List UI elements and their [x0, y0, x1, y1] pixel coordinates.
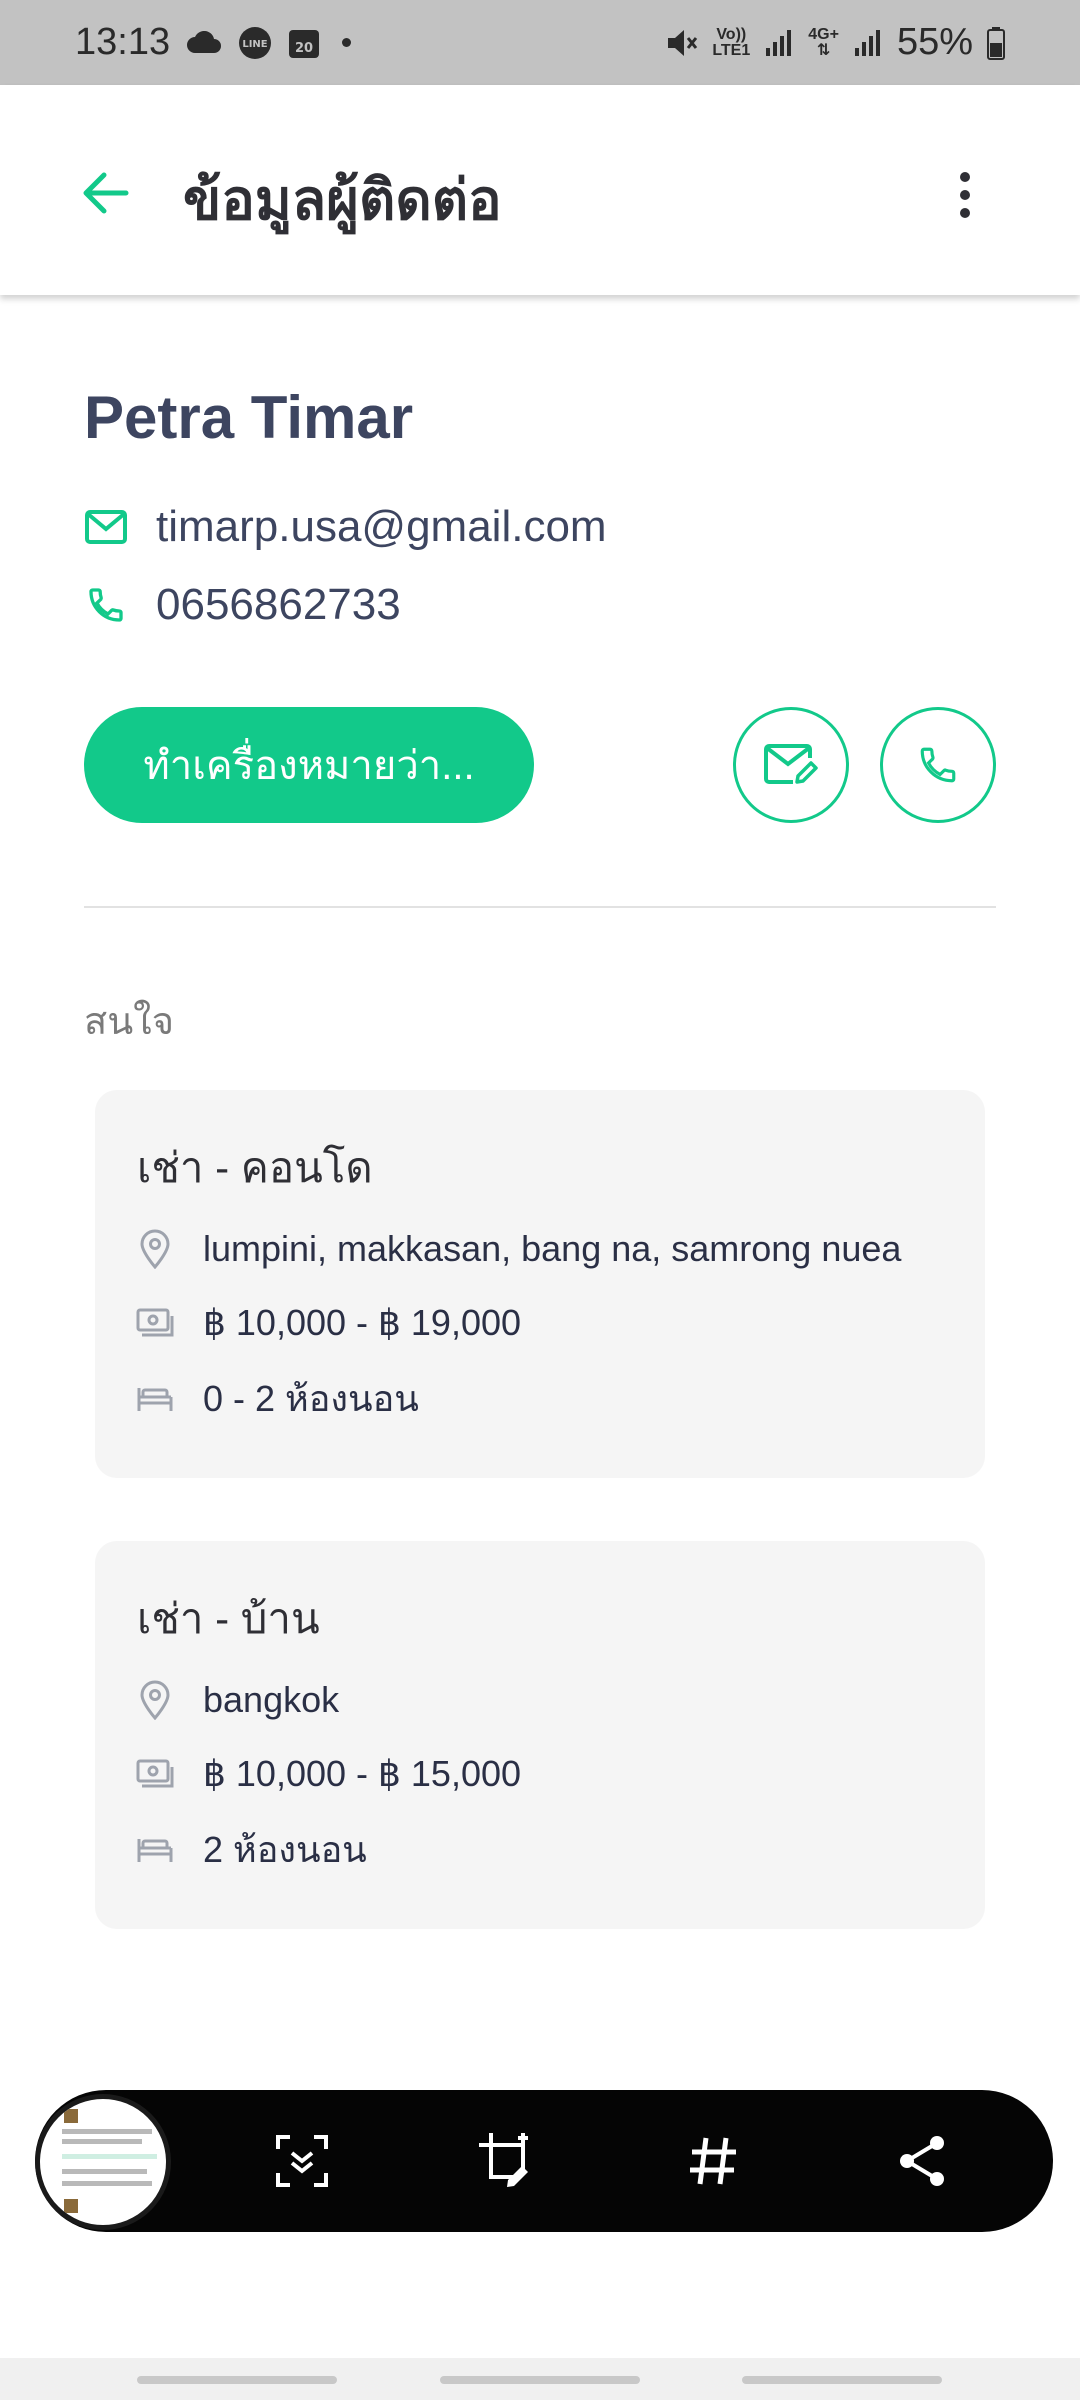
more-options-button[interactable]	[940, 165, 990, 225]
thumbnail-line	[62, 2139, 142, 2144]
status-bar: 13:13 LINE 20 Vo)) LTE1 4G+ ⇅ 55%	[0, 0, 1080, 85]
interest-price-row: ฿ 10,000 - ฿ 15,000	[135, 1753, 521, 1795]
interest-card-title: เช่า - บ้าน	[137, 1595, 320, 1642]
back-button[interactable]	[78, 165, 134, 221]
contact-phone[interactable]: 0656862733	[156, 580, 401, 630]
app-bar: ข้อมูลผู้ติดต่อ	[0, 85, 1080, 295]
share-button[interactable]	[887, 2126, 957, 2196]
status-left: 13:13 LINE 20	[75, 21, 352, 64]
cloud-icon	[186, 30, 222, 55]
battery-icon	[987, 26, 1005, 60]
thumbnail-line	[62, 2169, 147, 2174]
mail-edit-icon	[764, 744, 818, 784]
mute-icon	[664, 26, 698, 60]
interest-location-row: bangkok	[135, 1679, 339, 1721]
interest-location: bangkok	[203, 1679, 340, 1720]
interest-price-row: ฿ 10,000 - ฿ 19,000	[135, 1302, 521, 1344]
system-nav-bar	[0, 2358, 1080, 2400]
screenshot-thumbnail[interactable]	[35, 2094, 171, 2230]
status-time: 13:13	[75, 21, 171, 63]
interest-bedrooms: 2 ห้องนอน	[203, 1829, 367, 1870]
banknote-icon	[135, 1303, 175, 1343]
map-pin-icon	[135, 1680, 175, 1720]
arrow-left-icon	[83, 172, 129, 214]
thumbnail-image	[64, 2199, 78, 2213]
interest-price: ฿ 10,000 - ฿ 15,000	[203, 1753, 522, 1794]
scroll-capture-icon	[276, 2135, 328, 2187]
interest-card[interactable]: เช่า - คอนโด lumpini, makkasan, bang na,…	[95, 1090, 985, 1478]
call-button[interactable]	[880, 707, 996, 823]
line-app-icon: LINE	[238, 26, 272, 60]
battery-percent: 55%	[896, 21, 973, 63]
contact-email[interactable]: timarp.usa@gmail.com	[156, 502, 607, 552]
banknote-icon	[135, 1754, 175, 1794]
email-row[interactable]: timarp.usa@gmail.com	[84, 502, 607, 552]
thumbnail-line	[62, 2181, 152, 2186]
volte-icon: Vo)) LTE1	[712, 25, 751, 59]
bed-icon	[135, 1830, 175, 1870]
notification-dot-icon	[342, 38, 352, 47]
interest-location-row: lumpini, makkasan, bang na, samrong nuea	[135, 1228, 901, 1270]
status-right: Vo)) LTE1 4G+ ⇅ 55%	[664, 21, 1005, 64]
bed-icon	[135, 1379, 175, 1419]
svg-text:LINE: LINE	[242, 39, 267, 50]
thumbnail-line	[62, 2154, 157, 2159]
divider	[84, 906, 996, 908]
interest-price: ฿ 10,000 - ฿ 19,000	[203, 1302, 522, 1343]
thumbnail-image	[64, 2109, 78, 2123]
map-pin-icon	[135, 1229, 175, 1269]
nav-home-button[interactable]	[440, 2376, 640, 2384]
thumbnail-line	[62, 2129, 152, 2134]
interest-bedrooms: 0 - 2 ห้องนอน	[203, 1378, 419, 1419]
signal-2-icon	[853, 28, 883, 58]
interest-bedrooms-row: 2 ห้องนอน	[135, 1821, 367, 1878]
phone-icon	[920, 747, 956, 783]
crop-edit-button[interactable]	[472, 2126, 542, 2196]
interest-card-title: เช่า - คอนโด	[137, 1144, 373, 1191]
share-icon	[900, 2136, 944, 2186]
send-email-button[interactable]	[733, 707, 849, 823]
phone-row[interactable]: 0656862733	[84, 580, 401, 630]
mark-as-button[interactable]: ทำเครื่องหมายว่า...	[84, 707, 534, 823]
svg-text:20: 20	[295, 41, 313, 56]
interests-section-label: สนใจ	[84, 1001, 174, 1043]
nav-recents-button[interactable]	[137, 2376, 337, 2384]
contact-name: Petra Timar	[84, 384, 414, 451]
interest-card[interactable]: เช่า - บ้าน bangkok ฿ 10,000 - ฿ 15,000 …	[95, 1541, 985, 1929]
calendar-icon: 20	[288, 27, 320, 59]
more-vertical-icon	[960, 172, 970, 218]
nav-back-button[interactable]	[742, 2376, 942, 2384]
interest-location: lumpini, makkasan, bang na, samrong nuea	[203, 1228, 902, 1269]
crop-edit-icon	[479, 2133, 528, 2187]
interest-bedrooms-row: 0 - 2 ห้องนอน	[135, 1370, 419, 1427]
hashtag-button[interactable]	[679, 2126, 749, 2196]
phone-icon	[84, 583, 128, 627]
signal-1-icon	[764, 28, 794, 58]
scroll-capture-button[interactable]	[267, 2126, 337, 2196]
screenshot-toolbar	[35, 2090, 1053, 2232]
page-title: ข้อมูลผู้ติดต่อ	[183, 168, 502, 231]
hashtag-icon	[690, 2137, 736, 2185]
mail-icon	[84, 505, 128, 549]
network-4g-icon: 4G+ ⇅	[808, 25, 839, 59]
